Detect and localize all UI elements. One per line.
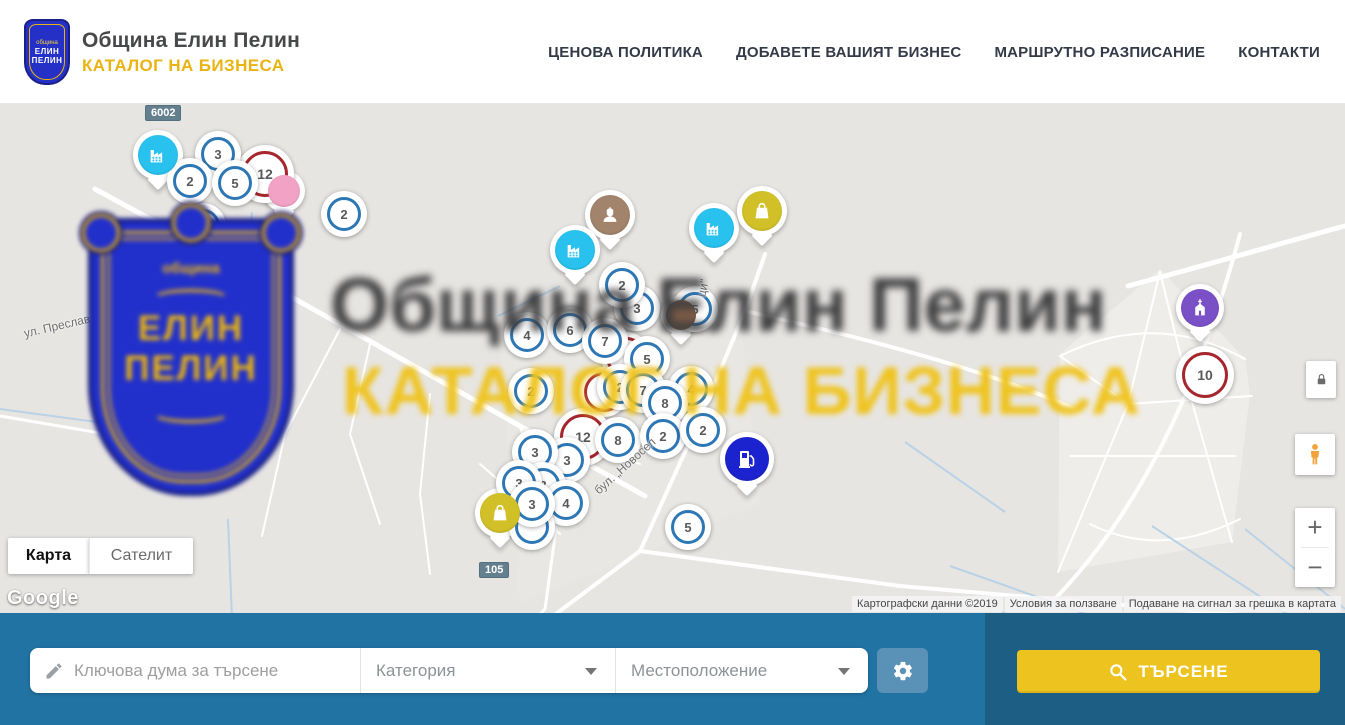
location-select[interactable]: Местоположение — [615, 648, 868, 693]
zoom-in-button[interactable]: + — [1295, 508, 1335, 547]
road-badge-6002: 6002 — [145, 105, 181, 121]
bag-icon — [489, 502, 511, 524]
map-marker-church[interactable] — [1176, 284, 1224, 332]
map-cluster-marker-10[interactable]: 10 — [1176, 346, 1234, 404]
emblem-small-text: община — [36, 40, 58, 47]
map-cluster-marker-5[interactable]: 5 — [665, 504, 711, 550]
worker-icon — [599, 204, 621, 226]
watermark-subtitle: КАТАЛОГ НА БИЗНЕСА — [342, 352, 1141, 430]
map-marker-factory[interactable] — [689, 203, 739, 253]
search-button[interactable]: ТЪРСЕНЕ — [1017, 650, 1320, 693]
watermark-emblem: община ЕЛИН ПЕЛИН — [88, 218, 294, 496]
factory-icon — [564, 239, 586, 261]
map-cluster-marker-5[interactable]: 5 — [212, 160, 258, 206]
site-title: Община Елин Пелин — [82, 29, 300, 53]
chevron-down-icon — [585, 668, 597, 675]
lock-icon — [1314, 372, 1329, 387]
gear-icon — [892, 660, 914, 682]
attribution-report-link[interactable]: Подаване на сигнал за грешка в картата — [1124, 596, 1341, 612]
advanced-settings-button[interactable] — [877, 648, 928, 693]
street-view-pegman[interactable] — [1295, 434, 1335, 475]
zoom-control: + − — [1295, 508, 1335, 587]
google-logo[interactable]: Google — [7, 587, 79, 610]
bag-icon — [751, 200, 773, 222]
location-select-label: Местоположение — [631, 661, 767, 681]
pegman-icon — [1302, 442, 1328, 468]
lock-control[interactable] — [1306, 361, 1336, 398]
keyword-section — [30, 648, 360, 693]
map-cluster-marker-2[interactable]: 2 — [321, 191, 367, 237]
emblem-line2: ПЕЛИН — [32, 56, 63, 65]
search-button-label: ТЪРСЕНЕ — [1138, 662, 1228, 682]
road-badge-105: 105 — [479, 562, 509, 578]
search-icon — [1108, 662, 1128, 682]
factory-icon — [703, 217, 725, 239]
map-attribution: Картографски данни ©2019Условия за ползв… — [852, 596, 1341, 612]
emblem-line1: ЕЛИН — [35, 47, 59, 56]
map-type-button-map[interactable]: Карта — [8, 538, 89, 574]
attribution-terms-link[interactable]: Условия за ползване — [1005, 596, 1122, 612]
nav-item-2[interactable]: ДОБАВЕТЕ ВАШИЯТ БИЗНЕС — [736, 44, 961, 61]
nav-item-1[interactable]: ЦЕНОВА ПОЛИТИКА — [548, 44, 703, 61]
watermark-emblem-line1: ЕЛИН — [138, 309, 244, 349]
business-catalog-page: 6002105ул. Преславбул. „Новоселци"463257… — [0, 0, 1345, 725]
map-marker-fuel[interactable] — [720, 432, 774, 486]
nav-item-4[interactable]: КОНТАКТИ — [1238, 44, 1320, 61]
map-type-control: Карта Сателит — [8, 538, 193, 574]
municipality-emblem-icon: община ЕЛИН ПЕЛИН — [24, 19, 70, 85]
factory-icon — [147, 144, 169, 166]
category-select[interactable]: Категория — [360, 648, 615, 693]
map-type-button-satellite[interactable]: Сателит — [89, 538, 193, 574]
search-bar: Категория Местоположение ТЪРСЕНЕ — [0, 613, 1345, 725]
attribution-copyright: Картографски данни ©2019 — [852, 596, 1003, 612]
site-logo[interactable]: община ЕЛИН ПЕЛИН Община Елин Пелин КАТА… — [24, 19, 300, 85]
map-marker-bag[interactable] — [737, 186, 787, 236]
category-select-label: Категория — [376, 661, 455, 681]
fuel-icon — [735, 447, 759, 471]
zoom-out-button[interactable]: − — [1295, 548, 1335, 587]
site-subtitle: КАТАЛОГ НА БИЗНЕСА — [82, 56, 300, 76]
search-fields-group: Категория Местоположение — [30, 648, 868, 693]
watermark-title: Община Елин Пелин — [330, 262, 1107, 349]
watermark-emblem-line2: ПЕЛИН — [124, 349, 258, 389]
pencil-icon — [44, 661, 64, 681]
chevron-down-icon — [838, 668, 850, 675]
watermark-emblem-small-text: община — [162, 260, 220, 277]
main-nav: ЦЕНОВА ПОЛИТИКА ДОБАВЕТЕ ВАШИЯТ БИЗНЕС МАР… — [548, 0, 1320, 104]
church-icon — [1189, 297, 1211, 319]
keyword-search-input[interactable] — [74, 661, 344, 681]
header: община ЕЛИН ПЕЛИН Община Елин Пелин КАТА… — [0, 0, 1345, 104]
nav-item-3[interactable]: МАРШРУТНО РАЗПИСАНИЕ — [994, 44, 1205, 61]
